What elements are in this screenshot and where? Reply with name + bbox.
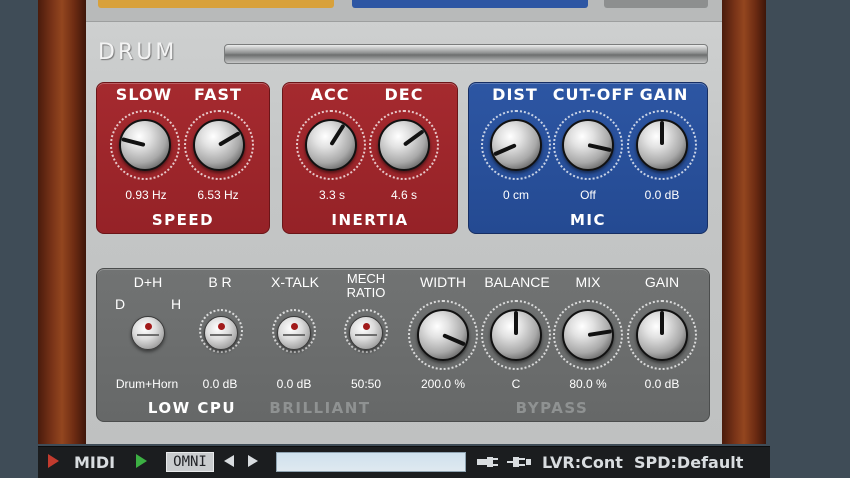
dh-h-label: H (170, 296, 182, 312)
mic-gain-label: GAIN (639, 85, 689, 104)
mix-label: MIX (575, 274, 601, 290)
mech-label-line1: MECH (346, 271, 386, 286)
dh-value: Drum+Horn (115, 377, 179, 391)
low-cpu-button[interactable]: LOW CPU (140, 399, 244, 417)
mic-gain-value: 0.0 dB (644, 188, 680, 202)
play-right-arrow-icon[interactable] (136, 454, 147, 468)
next-arrow-icon[interactable] (248, 455, 258, 467)
balance-label: BALANCE (484, 274, 550, 290)
plugin-window: { "colors": { "red_section": "#a52a2f", … (0, 0, 850, 478)
out-gain-label: GAIN (644, 274, 680, 290)
dh-d-label: D (114, 296, 126, 312)
out-gain-knob[interactable] (636, 309, 688, 361)
drum-horn-switch[interactable] (131, 316, 165, 350)
width-value: 200.0 % (420, 377, 466, 391)
acc-label: ACC (310, 85, 350, 104)
width-knob[interactable] (417, 309, 469, 361)
midi-label: MIDI (74, 453, 116, 472)
mix-knob[interactable] (562, 309, 614, 361)
br-value: 0.0 dB (202, 377, 238, 391)
lvr-status: LVR:Cont (542, 453, 623, 472)
br-switch[interactable] (204, 316, 238, 350)
spd-status: SPD:Default (634, 453, 744, 472)
left-background (0, 0, 38, 444)
speed-section-label: SPEED (151, 211, 215, 229)
slow-knob[interactable] (119, 119, 171, 171)
upper-section-button-yellow[interactable] (98, 0, 334, 8)
omni-button[interactable]: OMNI (166, 452, 214, 472)
drum-meter-bar (224, 44, 708, 64)
fast-value: 6.53 Hz (197, 188, 239, 202)
mic-gain-knob[interactable] (636, 119, 688, 171)
dist-value: 0 cm (502, 188, 529, 202)
mech-ratio-switch[interactable] (349, 316, 383, 350)
dec-knob[interactable] (378, 119, 430, 171)
plug-out-icon[interactable] (476, 453, 500, 471)
play-left-arrow-icon[interactable] (48, 454, 59, 468)
wood-side-panel-left (38, 0, 86, 444)
inertia-section-label: INERTIA (331, 211, 409, 229)
dh-label: D+H (133, 274, 163, 290)
slow-label: SLOW (115, 85, 173, 104)
dec-value: 4.6 s (390, 188, 417, 202)
xtalk-value: 0.0 dB (276, 377, 312, 391)
br-label: B R (208, 274, 232, 290)
dist-knob[interactable] (490, 119, 542, 171)
width-label: WIDTH (420, 274, 466, 290)
wood-side-panel-right (722, 0, 766, 444)
mix-value: 80.0 % (569, 377, 607, 391)
xtalk-label: X-TALK (271, 274, 319, 290)
out-gain-value: 0.0 dB (644, 377, 680, 391)
drum-title: DRUM (98, 40, 178, 65)
fast-knob[interactable] (193, 119, 245, 171)
fast-label: FAST (194, 85, 242, 104)
balance-value: C (511, 377, 521, 391)
balance-knob[interactable] (490, 309, 542, 361)
brilliant-button[interactable]: BRILLIANT (262, 399, 378, 417)
mic-section-label: MIC (569, 211, 607, 229)
acc-knob[interactable] (305, 119, 357, 171)
cutoff-value: Off (580, 188, 596, 202)
dec-label: DEC (384, 85, 424, 104)
dist-label: DIST (492, 85, 538, 104)
upper-section-button-gray[interactable] (604, 0, 708, 8)
right-background (766, 0, 850, 444)
bypass-button[interactable]: BYPASS (500, 399, 604, 417)
mech-label-line2: RATIO (346, 285, 386, 300)
prev-arrow-icon[interactable] (224, 455, 234, 467)
cutoff-knob[interactable] (562, 119, 614, 171)
upper-section-button-blue[interactable] (352, 0, 588, 8)
xtalk-switch[interactable] (277, 316, 311, 350)
mech-value: 50:50 (350, 377, 382, 391)
midi-display-field[interactable] (276, 452, 466, 472)
plug-in-icon[interactable] (506, 453, 532, 471)
